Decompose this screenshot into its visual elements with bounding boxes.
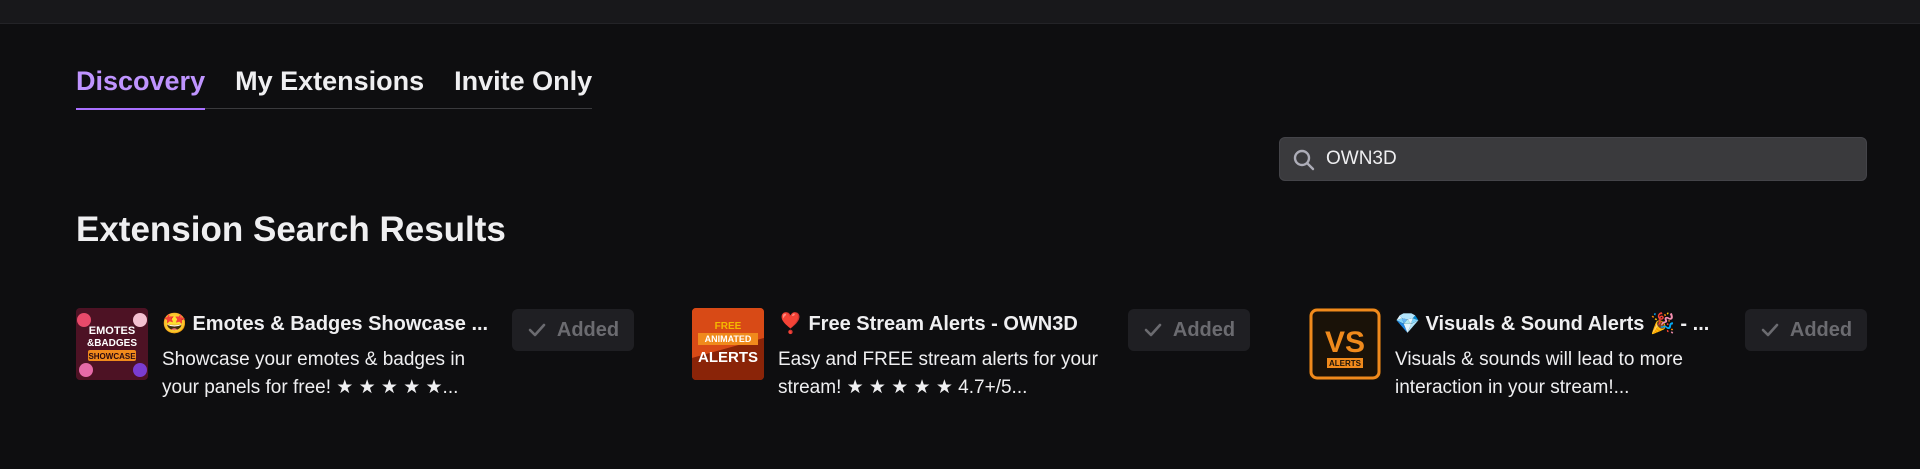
extension-card: FREE ANIMATED ALERTS ❣️ Free Stream Aler… — [692, 308, 1252, 408]
thumbnail-text: &BADGES — [87, 338, 137, 349]
extension-description: Visuals & sounds will lead to more inter… — [1395, 349, 1683, 398]
extension-thumbnail[interactable]: EMOTES &BADGES SHOWCASE — [76, 308, 148, 380]
search-input[interactable] — [1326, 138, 1856, 180]
added-button-label: Added — [1789, 318, 1853, 341]
extension-description: Showcase your emotes & badges in your pa… — [162, 349, 466, 398]
extension-description: Easy and FREE stream alerts for your str… — [778, 349, 1098, 398]
added-button[interactable]: Added — [512, 309, 634, 351]
checkmark-icon — [1761, 323, 1779, 337]
added-button-label: Added — [556, 318, 620, 341]
extension-tabs: Discovery My Extensions Invite Only — [76, 63, 593, 110]
tab-discovery[interactable]: Discovery — [76, 63, 206, 110]
tab-invite-only[interactable]: Invite Only — [454, 63, 592, 109]
tab-my-extensions[interactable]: My Extensions — [235, 63, 424, 109]
added-button[interactable]: Added — [1128, 309, 1250, 351]
checkmark-icon — [528, 323, 546, 337]
added-button-label: Added — [1172, 318, 1236, 341]
added-button[interactable]: Added — [1745, 309, 1867, 351]
thumbnail-text: FREE — [715, 321, 742, 332]
search-box[interactable] — [1279, 137, 1867, 181]
extension-title[interactable]: ❣️ Free Stream Alerts - OWN3D — [778, 311, 1118, 336]
extension-thumbnail[interactable]: VS ALERTS — [1309, 308, 1381, 380]
top-bar — [0, 0, 1920, 24]
extension-card: EMOTES &BADGES SHOWCASE 🤩 Emotes & Badge… — [76, 308, 636, 408]
thumbnail-text: SHOWCASE — [88, 352, 136, 361]
extension-title[interactable]: 🤩 Emotes & Badges Showcase ... — [162, 311, 502, 336]
thumbnail-text: ALERTS — [1329, 359, 1362, 368]
page-title: Extension Search Results — [76, 210, 506, 249]
thumbnail-text: ALERTS — [698, 349, 758, 366]
thumbnail-text: EMOTES — [89, 325, 135, 337]
extension-thumbnail[interactable]: FREE ANIMATED ALERTS — [692, 308, 764, 380]
thumbnail-text: VS — [1325, 326, 1365, 359]
extension-card: VS ALERTS 💎 Visuals & Sound Alerts 🎉 - .… — [1309, 308, 1869, 408]
checkmark-icon — [1144, 323, 1162, 337]
extension-title[interactable]: 💎 Visuals & Sound Alerts 🎉 - ... — [1395, 311, 1735, 336]
thumbnail-text: ANIMATED — [705, 334, 752, 344]
search-icon — [1293, 149, 1315, 171]
